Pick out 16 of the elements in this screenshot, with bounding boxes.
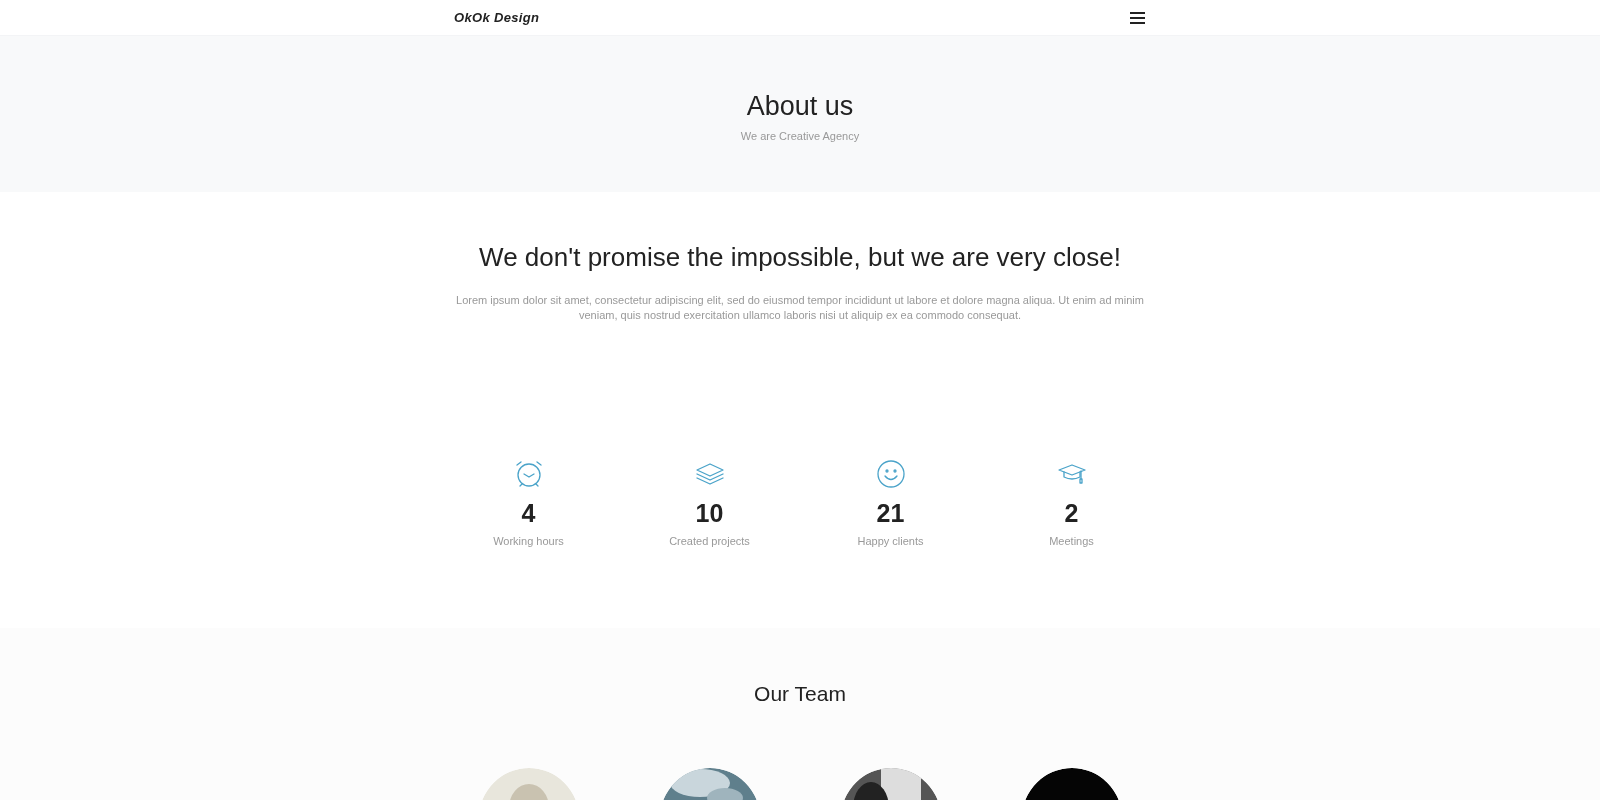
stat-value: 4: [521, 498, 536, 529]
stat-value: 10: [695, 498, 724, 529]
page-subtitle: We are Creative Agency: [740, 128, 860, 144]
stat-value: 21: [876, 498, 905, 529]
intro-text: Lorem ipsum dolor sit amet, consectetur adipiscing elit, sed do eiusmod tempor incididunt ut labore et dolore magna aliqua. Ut enim ad minim veniam, quis nostrud exercitation ullamco laboris nisi ut aliquip ex ea commodo consequat.: [455, 293, 1145, 323]
intro-heading: We don't promise the impossible, but we are very close!: [478, 242, 1122, 273]
smiley-icon: [875, 458, 906, 490]
page-title: About us: [746, 90, 854, 123]
section-title: Our Team: [754, 680, 846, 707]
stat-label: Meetings: [1049, 534, 1094, 550]
menu-icon[interactable]: [1130, 9, 1146, 26]
stat-label: Happy clients: [857, 534, 924, 550]
brand-logo[interactable]: OkOk Design: [454, 7, 540, 28]
stat-label: Working hours: [493, 534, 564, 550]
stat-value: 2: [1064, 498, 1079, 529]
stat-label: Created projects: [669, 534, 750, 550]
